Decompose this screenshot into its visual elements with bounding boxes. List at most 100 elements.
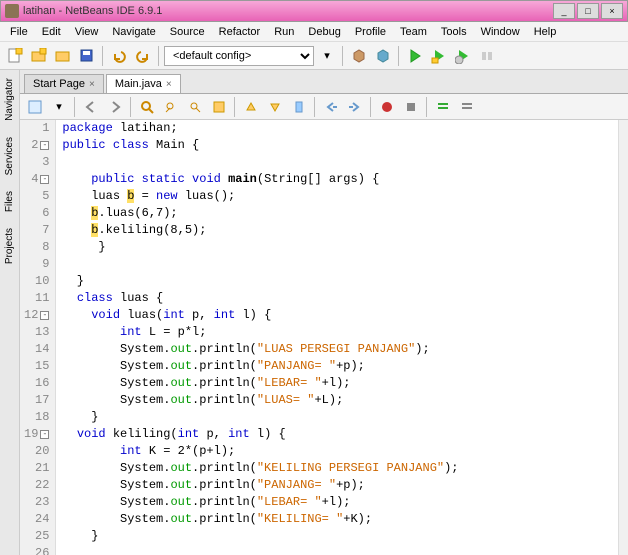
gutter-line: 5 [20,188,55,205]
fold-icon[interactable]: - [40,430,49,439]
save-all-button[interactable] [76,45,98,67]
history-button[interactable]: ▾ [48,96,70,118]
file-tab[interactable]: Main.java× [106,74,181,93]
code-line[interactable] [62,154,618,171]
open-project-button[interactable] [52,45,74,67]
tab-close-icon[interactable]: × [89,79,95,90]
menu-item-profile[interactable]: Profile [349,24,392,40]
sidebar-tab-services[interactable]: Services [2,133,17,179]
close-button[interactable]: × [601,3,623,19]
line-number: 26 [35,545,49,555]
menu-item-window[interactable]: Window [475,24,526,40]
menu-item-tools[interactable]: Tools [435,24,473,40]
previous-bookmark-button[interactable] [240,96,262,118]
menu-item-help[interactable]: Help [528,24,563,40]
debug-button[interactable] [428,45,450,67]
editor-toolbar: ▾ [20,94,628,120]
toggle-bookmark-button[interactable] [288,96,310,118]
code-line[interactable] [62,545,618,555]
back-button[interactable] [80,96,102,118]
menu-item-debug[interactable]: Debug [302,24,346,40]
build-button[interactable] [348,45,370,67]
line-number: 1 [42,120,49,137]
menu-item-refactor[interactable]: Refactor [213,24,267,40]
code-line[interactable]: void keliling(int p, int l) { [62,426,618,443]
code-line[interactable]: public static void main(String[] args) { [62,171,618,188]
config-select[interactable]: <default config> [164,46,314,66]
code-line[interactable]: System.out.println("LEBAR= "+l); [62,375,618,392]
file-tab[interactable]: Start Page × [24,74,104,93]
code-line[interactable]: b.luas(6,7); [62,205,618,222]
tab-label: Start Page [33,78,85,90]
toolbar-separator [426,97,428,117]
profile-button[interactable] [452,45,474,67]
code-line[interactable]: } [62,528,618,545]
uncomment-button[interactable] [456,96,478,118]
toolbar-separator [158,46,160,66]
line-number: 15 [35,358,49,375]
menu-item-team[interactable]: Team [394,24,433,40]
code-line[interactable]: int K = 2*(p+l); [62,443,618,460]
forward-button[interactable] [104,96,126,118]
find-previous-button[interactable] [160,96,182,118]
next-bookmark-button[interactable] [264,96,286,118]
tab-close-icon[interactable]: × [166,79,172,90]
gutter-line: 15 [20,358,55,375]
code-line[interactable]: class luas { [62,290,618,307]
code-editor[interactable]: 12-34-56789101112-13141516171819-2021222… [20,120,628,555]
source-button[interactable] [24,96,46,118]
code-line[interactable]: System.out.println("KELILING PERSEGI PAN… [62,460,618,477]
gutter-line: 21 [20,460,55,477]
menu-item-edit[interactable]: Edit [36,24,67,40]
find-next-button[interactable] [184,96,206,118]
code-line[interactable]: package latihan; [62,120,618,137]
code-line[interactable]: int L = p*l; [62,324,618,341]
minimize-button[interactable]: _ [553,3,575,19]
code-line[interactable]: System.out.println("LUAS PERSEGI PANJANG… [62,341,618,358]
code-line[interactable]: System.out.println("LUAS= "+L); [62,392,618,409]
redo-button[interactable] [132,45,154,67]
new-project-button[interactable] [28,45,50,67]
code-line[interactable]: System.out.println("LEBAR= "+l); [62,494,618,511]
sidebar-tab-files[interactable]: Files [2,187,17,216]
gutter-line: 12- [20,307,55,324]
code-line[interactable]: public class Main { [62,137,618,154]
sidebar-tab-projects[interactable]: Projects [2,224,17,268]
code-line[interactable]: System.out.println("KELILING= "+K); [62,511,618,528]
code-line[interactable]: } [62,239,618,256]
gutter-line: 9 [20,256,55,273]
run-button[interactable] [404,45,426,67]
code-content[interactable]: package latihan;public class Main { publ… [56,120,618,555]
clean-build-button[interactable] [372,45,394,67]
undo-button[interactable] [108,45,130,67]
shift-left-button[interactable] [320,96,342,118]
config-customize-button[interactable]: ▾ [316,45,338,67]
gutter-line: 18 [20,409,55,426]
macro-record-button[interactable] [376,96,398,118]
code-line[interactable] [62,256,618,273]
menu-item-file[interactable]: File [4,24,34,40]
toggle-highlight-button[interactable] [208,96,230,118]
maximize-button[interactable]: □ [577,3,599,19]
code-line[interactable]: System.out.println("PANJANG= "+p); [62,358,618,375]
macro-stop-button[interactable] [400,96,422,118]
sidebar-tab-navigator[interactable]: Navigator [2,74,17,125]
code-line[interactable]: luas b = new luas(); [62,188,618,205]
attach-debugger-button[interactable] [476,45,498,67]
fold-icon[interactable]: - [40,311,49,320]
code-line[interactable]: System.out.println("PANJANG= "+p); [62,477,618,494]
code-line[interactable]: void luas(int p, int l) { [62,307,618,324]
menu-item-navigate[interactable]: Navigate [106,24,161,40]
code-line[interactable]: b.keliling(8,5); [62,222,618,239]
find-selection-button[interactable] [136,96,158,118]
fold-icon[interactable]: - [40,175,49,184]
menu-item-view[interactable]: View [69,24,105,40]
code-line[interactable]: } [62,273,618,290]
new-file-button[interactable] [4,45,26,67]
comment-button[interactable] [432,96,454,118]
fold-icon[interactable]: - [40,141,49,150]
menu-item-source[interactable]: Source [164,24,211,40]
code-line[interactable]: } [62,409,618,426]
shift-right-button[interactable] [344,96,366,118]
menu-item-run[interactable]: Run [268,24,300,40]
